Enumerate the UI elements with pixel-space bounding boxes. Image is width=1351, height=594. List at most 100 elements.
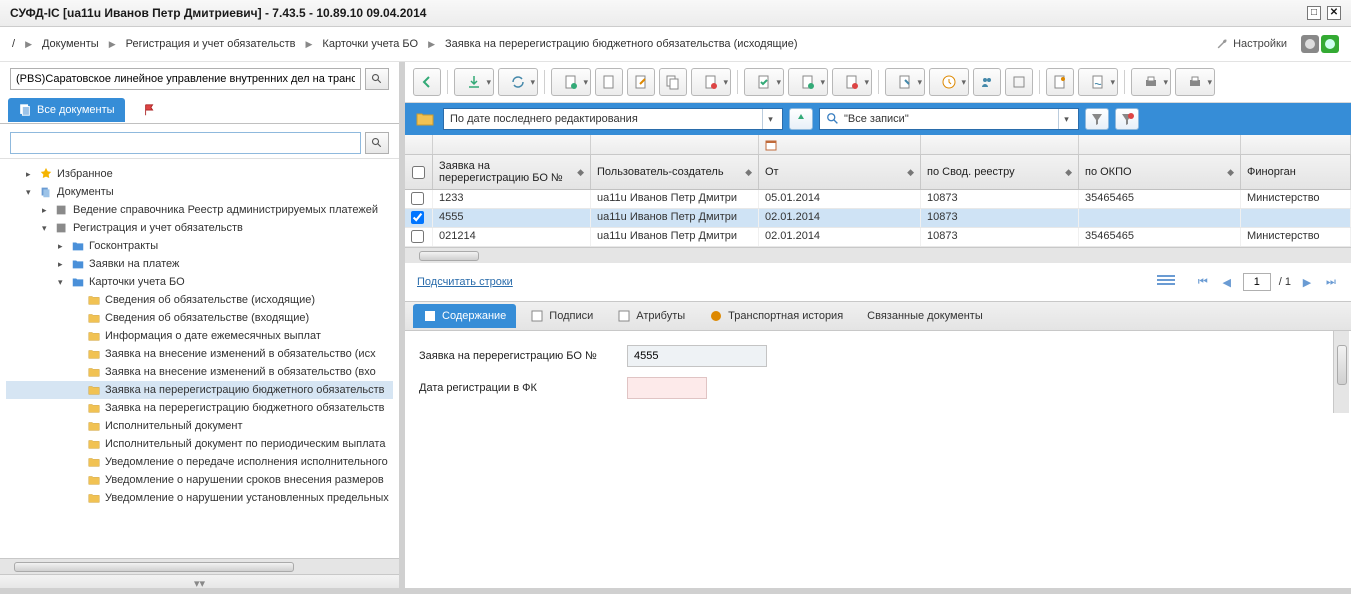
filter-folder-icon[interactable] [413, 108, 437, 130]
reject-icon [844, 74, 860, 90]
maximize-button[interactable]: □ [1307, 6, 1321, 20]
flag-icon[interactable] [143, 103, 157, 117]
tree-item-documents[interactable]: ▾Документы [6, 183, 393, 201]
pager-prev-button[interactable]: ◀ [1219, 274, 1235, 290]
organization-input[interactable] [10, 68, 361, 90]
table-row[interactable]: 1233 ua11u Иванов Петр Дмитри 05.01.2014… [405, 190, 1351, 209]
tree-item[interactable]: Информация о дате ежемесячных выплат [6, 327, 393, 345]
org-search-button[interactable] [365, 68, 389, 90]
status-icon-green[interactable] [1321, 35, 1339, 53]
tree-item[interactable]: Заявка на внесение изменений в обязатель… [6, 345, 393, 363]
sidebar-tab-all-documents[interactable]: Все документы [8, 98, 125, 122]
toolbar-print-alt-button[interactable] [1175, 68, 1215, 96]
toolbar-copy-button[interactable] [659, 68, 687, 96]
toolbar-history-button[interactable] [929, 68, 969, 96]
column-header[interactable]: От◆ [759, 155, 921, 189]
tab-transport-history[interactable]: Транспортная история [699, 304, 853, 328]
column-header[interactable]: по Свод. реестру◆ [921, 155, 1079, 189]
breadcrumb-item[interactable]: Заявка на перерегистрацию бюджетного обя… [445, 38, 798, 50]
close-button[interactable]: ✕ [1327, 6, 1341, 20]
tree-item[interactable]: Уведомление о нарушении сроков внесения … [6, 471, 393, 489]
form-label: Дата регистрации в ФК [419, 382, 619, 394]
tree-item[interactable]: ▸Ведение справочника Реестр администриру… [6, 201, 393, 219]
toolbar-new-button[interactable] [551, 68, 591, 96]
tree-item[interactable]: Исполнительный документ по периодическим… [6, 435, 393, 453]
page-input[interactable] [1243, 273, 1271, 291]
toolbar-link-button[interactable] [1005, 68, 1033, 96]
tree-item-favorites[interactable]: ▸Избранное [6, 165, 393, 183]
tree-item[interactable]: Сведения об обязательстве (исходящие) [6, 291, 393, 309]
sidebar-hscrollbar[interactable] [0, 558, 399, 574]
sort-icon[interactable]: ◆ [745, 167, 752, 178]
tree-item[interactable]: ▾Регистрация и учет обязательств [6, 219, 393, 237]
sort-icon[interactable]: ◆ [1065, 167, 1072, 178]
filter-clear-button[interactable] [1115, 108, 1139, 130]
toolbar-refresh-button[interactable] [498, 68, 538, 96]
toolbar-check-button[interactable] [744, 68, 784, 96]
toolbar-import-button[interactable] [454, 68, 494, 96]
row-checkbox[interactable] [411, 211, 424, 224]
tree-item[interactable]: Уведомление о передаче исполнения исполн… [6, 453, 393, 471]
toolbar-open-button[interactable] [595, 68, 623, 96]
tree-item[interactable]: Сведения об обязательстве (входящие) [6, 309, 393, 327]
tree-item[interactable]: ▸Заявки на платеж [6, 255, 393, 273]
pager-next-button[interactable]: ▶ [1299, 274, 1315, 290]
tree-item[interactable]: Исполнительный документ [6, 417, 393, 435]
column-header[interactable]: Пользователь-создатель◆ [591, 155, 759, 189]
tree-item[interactable]: Заявка на перерегистрацию бюджетного обя… [6, 399, 393, 417]
toolbar-delete-button[interactable] [691, 68, 731, 96]
filter-records-combo[interactable]: "Все записи"▾ [819, 108, 1079, 130]
status-icon-gray[interactable] [1301, 35, 1319, 53]
breadcrumb-root[interactable]: / [12, 38, 15, 50]
tree-item-selected[interactable]: Заявка на перерегистрацию бюджетного обя… [6, 381, 393, 399]
tree-search-input[interactable] [10, 132, 361, 154]
toolbar-back-button[interactable] [413, 68, 441, 96]
registration-date-field[interactable] [627, 377, 707, 399]
tree-item[interactable]: Уведомление о нарушении установленных пр… [6, 489, 393, 507]
folder-icon [87, 383, 101, 397]
column-header[interactable]: Заявка на перерегистрацию БО №◆ [433, 155, 591, 189]
toolbar-sign-button[interactable] [1078, 68, 1118, 96]
sort-icon[interactable]: ◆ [1227, 167, 1234, 178]
toolbar-edit-button[interactable] [627, 68, 655, 96]
toolbar-approve-button[interactable] [788, 68, 828, 96]
toolbar-print-button[interactable] [1131, 68, 1171, 96]
tab-linked-documents[interactable]: Связанные документы [857, 305, 993, 327]
table-row[interactable]: 021214 ua11u Иванов Петр Дмитри 02.01.20… [405, 228, 1351, 247]
tree-item[interactable]: Заявка на внесение изменений в обязатель… [6, 363, 393, 381]
breadcrumb-item[interactable]: Карточки учета БО [322, 38, 418, 50]
tab-content[interactable]: Содержание [413, 304, 516, 328]
breadcrumb-item[interactable]: Документы [42, 38, 99, 50]
tree-item[interactable]: ▾Карточки учета БО [6, 273, 393, 291]
column-header[interactable]: по ОКПО◆ [1079, 155, 1241, 189]
pager-last-button[interactable]: ⏭ [1323, 274, 1339, 290]
filter-apply-button[interactable] [789, 108, 813, 130]
toolbar-attach-button[interactable] [1046, 68, 1074, 96]
breadcrumb-item[interactable]: Регистрация и учет обязательств [126, 38, 296, 50]
sort-icon[interactable]: ◆ [907, 167, 914, 178]
list-layout-icon[interactable] [1157, 275, 1175, 289]
tree-item[interactable]: ▸Госконтракты [6, 237, 393, 255]
sort-icon[interactable]: ◆ [577, 167, 584, 178]
content-vscrollbar[interactable] [1333, 331, 1349, 413]
pager-first-button[interactable]: ⏮ [1195, 274, 1211, 290]
column-header[interactable]: Финорган [1241, 155, 1351, 189]
table-row[interactable]: 4555 ua11u Иванов Петр Дмитри 02.01.2014… [405, 209, 1351, 228]
toolbar-users-button[interactable] [973, 68, 1001, 96]
count-rows-link[interactable]: Подсчитать строки [417, 276, 513, 288]
toolbar-reject-button[interactable] [832, 68, 872, 96]
filter-funnel-button[interactable] [1085, 108, 1109, 130]
filter-date-combo[interactable]: По дате последнего редактирования▾ [443, 108, 783, 130]
tab-signatures[interactable]: Подписи [520, 304, 603, 328]
settings-link[interactable]: Настройки [1215, 37, 1287, 51]
folder-icon [87, 311, 101, 325]
tab-attributes[interactable]: Атрибуты [607, 304, 695, 328]
row-checkbox[interactable] [411, 192, 424, 205]
select-all-checkbox[interactable] [412, 166, 425, 179]
toolbar-send-button[interactable] [885, 68, 925, 96]
tree-search-button[interactable] [365, 132, 389, 154]
folder-icon [71, 275, 85, 289]
request-number-field[interactable] [627, 345, 767, 367]
grid-hscrollbar[interactable] [405, 247, 1351, 263]
row-checkbox[interactable] [411, 230, 424, 243]
